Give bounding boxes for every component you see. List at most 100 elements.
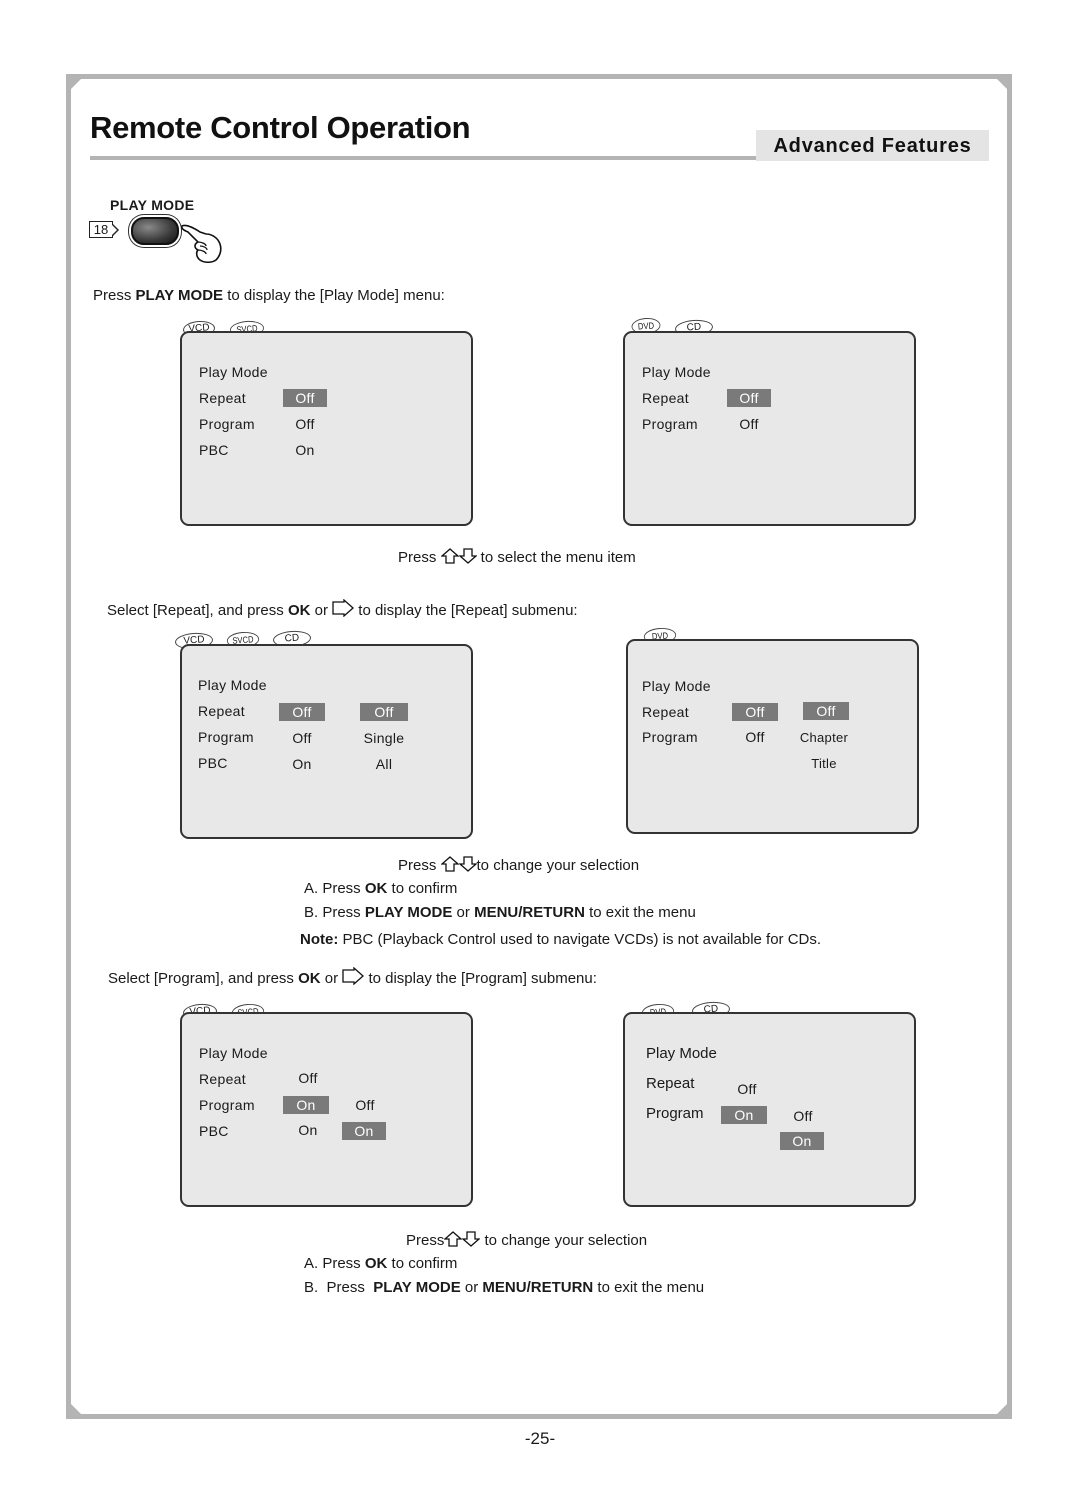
menu-item-pbc[interactable]: PBC bbox=[198, 755, 228, 771]
step3-post: to display the [Program] submenu: bbox=[364, 970, 597, 987]
instruction-b-post: to exit the menu bbox=[584, 904, 696, 921]
instruction-b-mid: or bbox=[452, 904, 475, 921]
menu-value: Off bbox=[739, 416, 759, 432]
up-arrow-icon bbox=[440, 548, 459, 564]
section-badge: Advanced Features bbox=[756, 130, 989, 161]
right-arrow-icon bbox=[332, 599, 355, 617]
pointing-hand-icon bbox=[180, 224, 222, 264]
menu-item-repeat[interactable]: Repeat bbox=[642, 704, 689, 720]
step2-post: to display the [Repeat] submenu: bbox=[354, 602, 578, 619]
step1-bold: PLAY MODE bbox=[135, 287, 224, 304]
osd-panel-repeat-vcd: Play Mode Repeat Off Off Program Off Sin… bbox=[180, 644, 473, 839]
submenu-option[interactable]: All bbox=[354, 756, 414, 772]
instruction-a-prefix: A. Press bbox=[304, 880, 365, 897]
current-value[interactable]: Off bbox=[279, 703, 325, 721]
instruction-b-post: to exit the menu bbox=[593, 1279, 705, 1296]
submenu-option[interactable]: Off bbox=[342, 1097, 388, 1113]
selected-value[interactable]: Off bbox=[283, 389, 327, 407]
current-value[interactable]: Off bbox=[732, 703, 778, 721]
instruction-a-bold: OK bbox=[364, 1255, 388, 1272]
menu-item-program[interactable]: Program bbox=[642, 416, 698, 432]
menu-value: On bbox=[292, 756, 312, 772]
instruction-b-exit: B. Press PLAY MODE or MENU/RETURN to exi… bbox=[304, 1279, 704, 1296]
page-frame-bottom bbox=[68, 1414, 1012, 1419]
menu-item-program[interactable]: Program bbox=[198, 729, 254, 745]
submenu-option-selected[interactable]: Off bbox=[803, 702, 849, 720]
instruction-b-bold2: MENU/RETURN bbox=[474, 904, 585, 921]
menu-item-program[interactable]: Program bbox=[199, 416, 255, 432]
instruction-b-exit: B. Press PLAY MODE or MENU/RETURN to exi… bbox=[304, 904, 696, 921]
play-mode-remote-button bbox=[131, 217, 179, 245]
instruction-b-mid: or bbox=[460, 1279, 483, 1296]
instruction-a-post: to confirm bbox=[387, 880, 458, 897]
menu-title: Play Mode bbox=[198, 677, 267, 693]
instruction-a-confirm: A. Press OK to confirm bbox=[304, 1255, 457, 1272]
step2-mid: or bbox=[310, 602, 333, 619]
menu-item-pbc[interactable]: PBC bbox=[199, 1123, 229, 1139]
menu-item-repeat[interactable]: Repeat bbox=[642, 390, 689, 406]
selected-value[interactable]: Off bbox=[727, 389, 771, 407]
menu-item-program[interactable]: Program bbox=[199, 1097, 255, 1113]
step2-instruction: Select [Repeat], and press OK or to disp… bbox=[107, 599, 578, 619]
frame-corner-icon bbox=[997, 1404, 1007, 1414]
menu-value: Off bbox=[292, 730, 312, 746]
instruction-b-bold2: MENU/RETURN bbox=[482, 1279, 594, 1296]
submenu-option-selected[interactable]: On bbox=[342, 1122, 386, 1140]
hint-post: to change your selection bbox=[476, 857, 640, 874]
osd-panel-main-vcd: Play Mode Repeat Off Program Off PBC On bbox=[180, 331, 473, 526]
menu-item-repeat[interactable]: Repeat bbox=[646, 1075, 694, 1092]
instruction-a-post: to confirm bbox=[387, 1255, 458, 1272]
note-text: PBC (Playback Control used to navigate V… bbox=[338, 931, 822, 948]
page-frame-left bbox=[66, 74, 71, 1419]
note-pbc: Note: PBC (Playback Control used to navi… bbox=[300, 931, 821, 948]
instruction-b-prefix: B. Press bbox=[304, 904, 365, 921]
submenu-option[interactable]: Title bbox=[791, 756, 857, 771]
page-frame-right bbox=[1007, 74, 1012, 1419]
frame-corner-icon bbox=[71, 1404, 81, 1414]
menu-item-pbc[interactable]: PBC bbox=[199, 442, 229, 458]
hint-pre: Press bbox=[398, 857, 437, 874]
menu-item-repeat[interactable]: Repeat bbox=[198, 703, 245, 719]
step2-pre: Select [Repeat], and press bbox=[107, 602, 288, 619]
down-arrow-icon bbox=[458, 856, 477, 872]
step3-mid: or bbox=[320, 970, 343, 987]
menu-value: Off bbox=[298, 1070, 318, 1086]
menu-item-repeat[interactable]: Repeat bbox=[199, 1071, 246, 1087]
hint-pre: Press bbox=[398, 549, 437, 566]
current-value[interactable]: On bbox=[283, 1096, 329, 1114]
right-arrow-icon bbox=[342, 967, 365, 985]
osd-panel-repeat-dvd: Play Mode Repeat Off Off Program Off Cha… bbox=[626, 639, 919, 834]
menu-title: Play Mode bbox=[642, 364, 711, 380]
key-number-tag: 18 bbox=[89, 221, 119, 238]
instruction-b-bold1: PLAY MODE bbox=[373, 1279, 461, 1296]
submenu-option[interactable]: Single bbox=[354, 730, 414, 746]
step1-post: to display the [Play Mode] menu: bbox=[223, 287, 445, 304]
hint-change-selection: Press to change your selection bbox=[406, 1231, 647, 1249]
hint-post: to select the menu item bbox=[476, 549, 636, 566]
step3-pre: Select [Program], and press bbox=[108, 970, 299, 987]
hint-pre: Press bbox=[406, 1232, 445, 1249]
step3-bold: OK bbox=[298, 970, 321, 987]
menu-item-program[interactable]: Program bbox=[646, 1105, 704, 1122]
submenu-option[interactable]: Chapter bbox=[791, 730, 857, 745]
down-arrow-icon bbox=[458, 548, 477, 564]
instruction-b-prefix: B. Press bbox=[304, 1279, 374, 1296]
instruction-a-confirm: A. Press OK to confirm bbox=[304, 880, 457, 897]
up-arrow-icon bbox=[440, 856, 459, 872]
submenu-option-selected[interactable]: Off bbox=[360, 703, 408, 721]
menu-item-repeat[interactable]: Repeat bbox=[199, 390, 246, 406]
instruction-a-bold: OK bbox=[364, 880, 388, 897]
osd-panel-main-dvd: Play Mode Repeat Off Program Off bbox=[623, 331, 916, 526]
menu-title: Play Mode bbox=[642, 678, 711, 694]
current-value[interactable]: On bbox=[721, 1106, 767, 1124]
step3-instruction: Select [Program], and press OK or to dis… bbox=[108, 967, 597, 987]
submenu-option-selected[interactable]: On bbox=[780, 1132, 824, 1150]
menu-item-program[interactable]: Program bbox=[642, 729, 698, 745]
page-frame-top bbox=[68, 74, 1012, 79]
note-label: Note: bbox=[300, 931, 339, 948]
frame-corner-icon bbox=[71, 79, 81, 89]
step1-instruction: Press PLAY MODE to display the [Play Mod… bbox=[93, 287, 445, 304]
hint-post: to change your selection bbox=[480, 1232, 648, 1249]
submenu-option[interactable]: Off bbox=[781, 1108, 825, 1124]
menu-value: Off bbox=[295, 416, 315, 432]
